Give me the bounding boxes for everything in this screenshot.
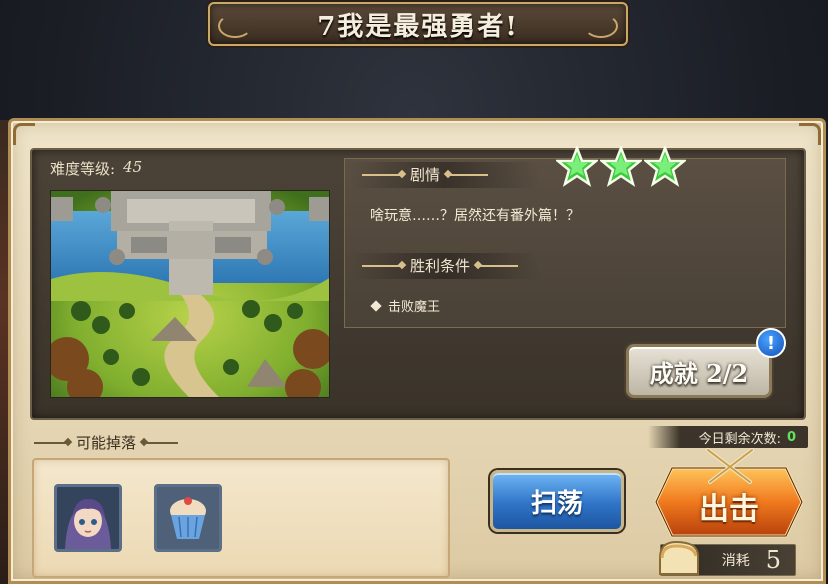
panel-corner-ornament bbox=[799, 123, 821, 145]
story-header-label: 剧情 bbox=[410, 166, 441, 184]
daily-remaining-label: 今日剩余次数: bbox=[698, 431, 781, 447]
story-text: 啥玩意……？居然还有番外篇！？ bbox=[370, 208, 580, 224]
drops-header: 可能掉落 bbox=[34, 432, 179, 453]
victory-condition-text: 击败魔王 bbox=[388, 300, 441, 315]
difficulty-level: 难度等级: 45 bbox=[50, 158, 142, 179]
achievement-button[interactable]: 成就 2/2 bbox=[626, 344, 772, 398]
star-icon bbox=[600, 146, 642, 187]
stage-star-rating bbox=[556, 146, 686, 188]
sortie-label: 出击 bbox=[699, 492, 759, 527]
drops-header-label: 可能掉落 bbox=[76, 434, 137, 452]
star-icon bbox=[644, 146, 686, 187]
victory-header: 胜利条件 bbox=[362, 255, 519, 276]
difficulty-label: 难度等级: bbox=[50, 160, 116, 178]
achievement-label: 成就 2/2 bbox=[649, 358, 749, 388]
stamina-cost-value: 5 bbox=[765, 546, 781, 574]
alert-badge-icon: ! bbox=[756, 328, 786, 358]
victory-condition: 击败魔王 bbox=[370, 296, 441, 315]
cupcake-icon[interactable] bbox=[154, 484, 222, 552]
stage-title-banner: 7我是最强勇者! bbox=[208, 2, 628, 46]
crossed-swords-icon bbox=[706, 448, 754, 484]
character-card-icon[interactable] bbox=[54, 484, 122, 552]
header-ornament bbox=[144, 441, 179, 444]
sweep-label: 扫荡 bbox=[530, 488, 583, 519]
header-ornament bbox=[34, 441, 68, 444]
stamina-cost-label: 消耗 bbox=[721, 553, 750, 569]
daily-remaining-value: 0 bbox=[786, 429, 796, 445]
stage-map-thumbnail bbox=[50, 190, 330, 398]
header-ornament bbox=[448, 173, 489, 176]
header-ornament bbox=[478, 264, 519, 267]
sweep-button[interactable]: 扫荡 bbox=[490, 470, 624, 532]
star-icon bbox=[556, 146, 598, 187]
bread-icon bbox=[659, 540, 699, 575]
header-ornament bbox=[362, 264, 402, 267]
victory-header-label: 胜利条件 bbox=[410, 257, 471, 275]
bullet-icon bbox=[370, 299, 382, 312]
alert-badge-text: ! bbox=[766, 332, 776, 354]
daily-remaining: 今日剩余次数: 0 bbox=[648, 426, 808, 448]
panel-corner-ornament bbox=[13, 123, 35, 145]
difficulty-value: 45 bbox=[123, 158, 143, 176]
header-ornament bbox=[362, 173, 402, 176]
stage-title: 7我是最强勇者! bbox=[317, 11, 519, 42]
story-header: 剧情 bbox=[362, 164, 489, 185]
